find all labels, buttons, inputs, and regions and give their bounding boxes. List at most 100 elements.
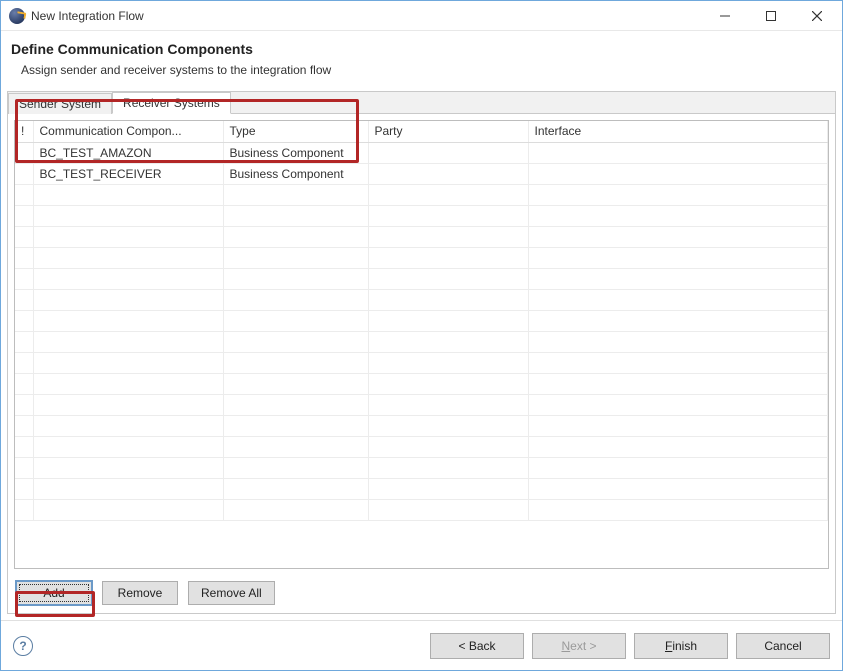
table-row <box>15 478 828 499</box>
tab-sender-system[interactable]: Sender System <box>8 93 112 114</box>
cell-component <box>33 373 223 394</box>
cell-party <box>368 310 528 331</box>
cell-party <box>368 394 528 415</box>
page-description: Assign sender and receiver systems to th… <box>21 63 828 77</box>
cell-interface <box>528 226 828 247</box>
column-header-interface[interactable]: Interface <box>528 121 828 142</box>
cell-component <box>33 289 223 310</box>
cell-flag <box>15 205 33 226</box>
cell-interface <box>528 268 828 289</box>
cell-type <box>223 331 368 352</box>
table-row <box>15 331 828 352</box>
cell-interface <box>528 163 828 184</box>
tab-receiver-systems[interactable]: Receiver Systems <box>112 92 231 114</box>
remove-button[interactable]: Remove <box>102 581 178 605</box>
cell-component: BC_TEST_RECEIVER <box>33 163 223 184</box>
cell-component <box>33 268 223 289</box>
cell-type <box>223 247 368 268</box>
cell-flag <box>15 247 33 268</box>
table-row <box>15 289 828 310</box>
close-button[interactable] <box>794 1 840 31</box>
cell-type: Business Component <box>223 163 368 184</box>
cell-interface <box>528 289 828 310</box>
cell-component <box>33 331 223 352</box>
cell-interface <box>528 499 828 520</box>
column-header-party[interactable]: Party <box>368 121 528 142</box>
add-button[interactable]: Add <box>16 581 92 605</box>
table-row <box>15 352 828 373</box>
content-area: Sender System Receiver Systems ! Communi… <box>7 91 836 614</box>
cell-type <box>223 205 368 226</box>
cell-type <box>223 457 368 478</box>
back-button[interactable]: < Back <box>430 633 524 659</box>
cell-flag <box>15 142 33 163</box>
help-icon[interactable]: ? <box>13 636 33 656</box>
page-title: Define Communication Components <box>11 41 828 57</box>
cell-component <box>33 205 223 226</box>
cancel-button[interactable]: Cancel <box>736 633 830 659</box>
remove-all-button[interactable]: Remove All <box>188 581 275 605</box>
cell-interface <box>528 415 828 436</box>
table-row <box>15 373 828 394</box>
cell-party <box>368 268 528 289</box>
cell-interface <box>528 394 828 415</box>
cell-party <box>368 499 528 520</box>
wizard-footer: ? < Back Next > Finish Cancel <box>1 620 842 670</box>
cell-component <box>33 247 223 268</box>
cell-type <box>223 352 368 373</box>
minimize-button[interactable] <box>702 1 748 31</box>
cell-party <box>368 352 528 373</box>
finish-button[interactable]: Finish <box>634 633 728 659</box>
cell-type: Business Component <box>223 142 368 163</box>
cell-type <box>223 184 368 205</box>
cell-party <box>368 163 528 184</box>
cell-party <box>368 226 528 247</box>
cell-flag <box>15 499 33 520</box>
cell-party <box>368 478 528 499</box>
table-row <box>15 205 828 226</box>
table-header-row: ! Communication Compon... Type Party Int… <box>15 121 828 142</box>
table-row <box>15 415 828 436</box>
cell-type <box>223 289 368 310</box>
table-row[interactable]: BC_TEST_RECEIVERBusiness Component <box>15 163 828 184</box>
table-row <box>15 268 828 289</box>
header-block: Define Communication Components Assign s… <box>1 31 842 91</box>
column-header-component[interactable]: Communication Compon... <box>33 121 223 142</box>
cell-party <box>368 184 528 205</box>
table-row[interactable]: BC_TEST_AMAZONBusiness Component <box>15 142 828 163</box>
cell-flag <box>15 331 33 352</box>
cell-type <box>223 310 368 331</box>
tab-strip: Sender System Receiver Systems <box>8 92 835 114</box>
cell-flag <box>15 268 33 289</box>
cell-type <box>223 478 368 499</box>
column-header-type[interactable]: Type <box>223 121 368 142</box>
cell-flag <box>15 457 33 478</box>
finish-rest: inish <box>672 639 697 653</box>
cell-component <box>33 310 223 331</box>
cell-flag <box>15 289 33 310</box>
cell-flag <box>15 394 33 415</box>
finish-underline: F <box>665 639 672 653</box>
cell-flag <box>15 373 33 394</box>
table-row <box>15 457 828 478</box>
cell-interface <box>528 310 828 331</box>
receiver-grid[interactable]: ! Communication Compon... Type Party Int… <box>15 121 828 521</box>
cell-party <box>368 205 528 226</box>
cell-party <box>368 331 528 352</box>
cell-interface <box>528 457 828 478</box>
maximize-button[interactable] <box>748 1 794 31</box>
cell-interface <box>528 436 828 457</box>
cell-interface <box>528 205 828 226</box>
cell-interface <box>528 352 828 373</box>
cell-type <box>223 373 368 394</box>
cell-party <box>368 436 528 457</box>
cell-type <box>223 394 368 415</box>
cell-component <box>33 394 223 415</box>
table-button-row: Add Remove Remove All <box>8 575 835 613</box>
table-row <box>15 310 828 331</box>
title-bar: New Integration Flow <box>1 1 842 31</box>
cell-flag <box>15 478 33 499</box>
app-icon <box>9 8 25 24</box>
table-row <box>15 247 828 268</box>
column-header-flag[interactable]: ! <box>15 121 33 142</box>
